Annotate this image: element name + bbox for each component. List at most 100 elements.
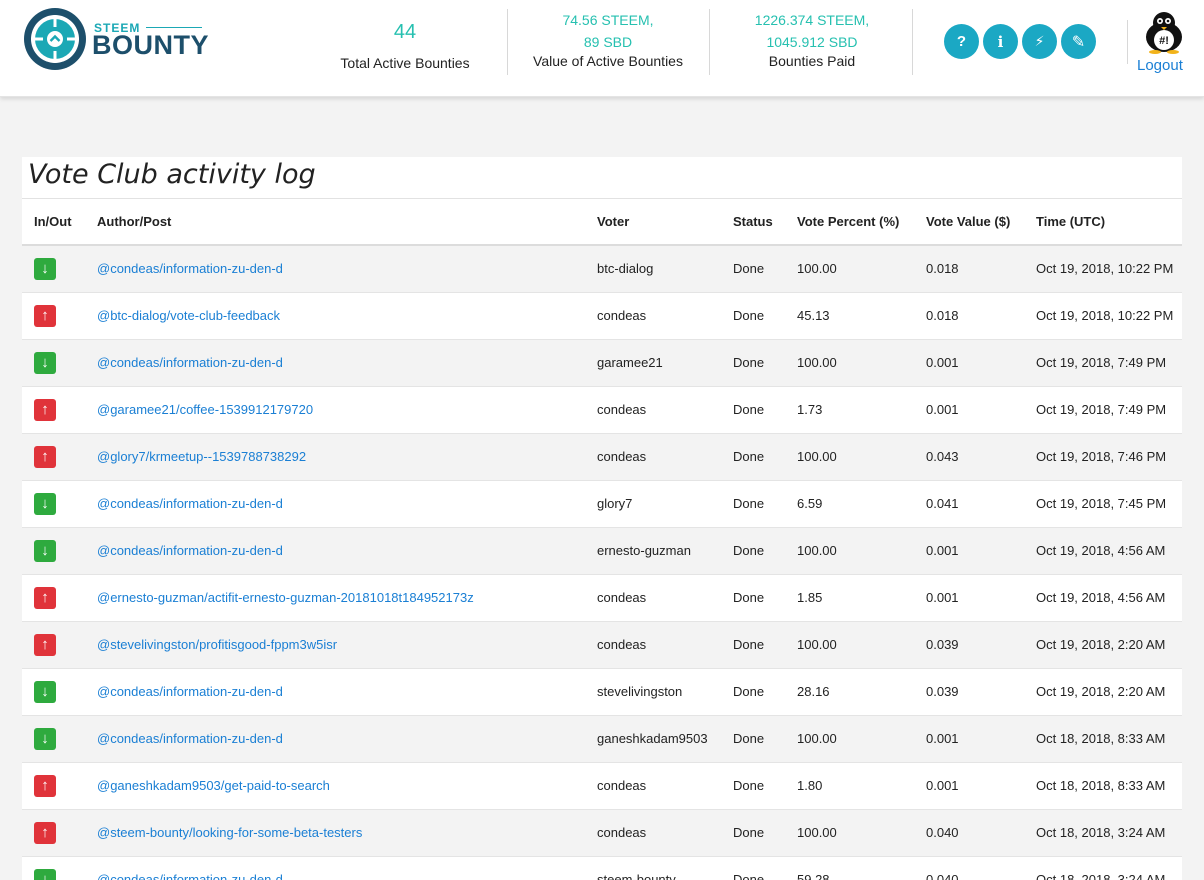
column-header-vote-value[interactable]: Vote Value ($): [914, 199, 1024, 246]
voter-cell: condeas: [585, 386, 721, 434]
post-link[interactable]: @btc-dialog/vote-club-feedback: [97, 308, 280, 323]
time-cell: Oct 19, 2018, 7:46 PM: [1024, 433, 1182, 481]
table-row: ↑ @btc-dialog/vote-club-feedback condeas Do…: [22, 292, 1182, 340]
in-out-cell: ↑: [22, 574, 85, 622]
vote-value-cell: 0.040: [914, 809, 1024, 857]
table-row: ↓ @condeas/information-zu-den-d ganeshkada…: [22, 715, 1182, 763]
stat-value-active-bounties: 74.56 STEEM, 89 SBD Value of Active Boun…: [518, 0, 698, 97]
stat-value-line: 74.56 STEEM,: [562, 12, 654, 28]
time-cell: Oct 18, 2018, 8:33 AM: [1024, 762, 1182, 810]
author-post-cell: @glory7/krmeetup--1539788738292: [85, 433, 585, 481]
status-cell: Done: [721, 339, 785, 387]
table-row: ↑ @glory7/krmeetup--1539788738292 condeas D…: [22, 433, 1182, 481]
time-cell: Oct 18, 2018, 3:24 AM: [1024, 809, 1182, 857]
post-link[interactable]: @condeas/information-zu-den-d: [97, 355, 283, 370]
in-out-cell: ↑: [22, 621, 85, 669]
arrow-down-icon: ↓: [34, 351, 56, 374]
voter-cell: condeas: [585, 292, 721, 340]
author-post-cell: @condeas/information-zu-den-d: [85, 668, 585, 716]
stat-label: Bounties Paid: [768, 53, 856, 69]
vote-percent-cell: 100.00: [785, 433, 914, 481]
status-cell: Done: [721, 386, 785, 434]
post-link[interactable]: @glory7/krmeetup--1539788738292: [97, 449, 306, 464]
voter-cell: condeas: [585, 762, 721, 810]
post-link[interactable]: @condeas/information-zu-den-d: [97, 731, 283, 746]
status-cell: Done: [721, 856, 785, 880]
edit-button[interactable]: ✎: [1061, 24, 1096, 59]
activity-button[interactable]: ⚡: [1022, 24, 1057, 59]
in-out-cell: ↓: [22, 480, 85, 528]
vote-value-cell: 0.001: [914, 386, 1024, 434]
status-cell: Done: [721, 621, 785, 669]
post-link[interactable]: @ernesto-guzman/actifit-ernesto-guzman-2…: [97, 590, 474, 605]
voter-cell: condeas: [585, 574, 721, 622]
stat-value-line: 1045.912 SBD: [766, 34, 858, 50]
post-link[interactable]: @condeas/information-zu-den-d: [97, 872, 283, 880]
info-button[interactable]: i: [983, 24, 1018, 59]
vote-percent-cell: 100.00: [785, 809, 914, 857]
vote-percent-cell: 1.85: [785, 574, 914, 622]
voter-cell: ganeshkadam9503: [585, 715, 721, 763]
vote-value-cell: 0.001: [914, 339, 1024, 387]
help-button[interactable]: ?: [944, 24, 979, 59]
author-post-cell: @condeas/information-zu-den-d: [85, 339, 585, 387]
status-cell: Done: [721, 809, 785, 857]
column-header-status[interactable]: Status: [721, 199, 785, 246]
logo-bounty-text: BOUNTY: [92, 30, 209, 60]
status-cell: Done: [721, 433, 785, 481]
arrow-up-icon: ↑: [34, 633, 56, 656]
column-header-vote-percent[interactable]: Vote Percent (%): [785, 199, 914, 246]
vote-percent-cell: 59.28: [785, 856, 914, 880]
post-link[interactable]: @condeas/information-zu-den-d: [97, 496, 283, 511]
author-post-cell: @condeas/information-zu-den-d: [85, 480, 585, 528]
time-cell: Oct 18, 2018, 3:24 AM: [1024, 856, 1182, 880]
post-link[interactable]: @garamee21/coffee-1539912179720: [97, 402, 313, 417]
vote-value-cell: 0.018: [914, 245, 1024, 293]
voter-cell: glory7: [585, 480, 721, 528]
post-link[interactable]: @ganeshkadam9503/get-paid-to-search: [97, 778, 330, 793]
table-row: ↓ @condeas/information-zu-den-d steem-boun…: [22, 856, 1182, 880]
vote-percent-cell: 28.16: [785, 668, 914, 716]
author-post-cell: @stevelivingston/profitisgood-fppm3w5isr: [85, 621, 585, 669]
table-row: ↑ @stevelivingston/profitisgood-fppm3w5is…: [22, 621, 1182, 669]
time-cell: Oct 19, 2018, 7:49 PM: [1024, 386, 1182, 434]
vote-percent-cell: 45.13: [785, 292, 914, 340]
logo-target-icon: [24, 8, 86, 70]
status-cell: Done: [721, 480, 785, 528]
stat-value-line: 1226.374 STEEM,: [754, 12, 870, 28]
user-avatar[interactable]: #!: [1141, 10, 1187, 54]
post-link[interactable]: @stevelivingston/profitisgood-fppm3w5isr: [97, 637, 337, 652]
status-cell: Done: [721, 668, 785, 716]
stat-total-active-bounties: 44 Total Active Bounties: [330, 0, 480, 97]
post-link[interactable]: @condeas/information-zu-den-d: [97, 261, 283, 276]
in-out-cell: ↓: [22, 339, 85, 387]
author-post-cell: @condeas/information-zu-den-d: [85, 527, 585, 575]
arrow-down-icon: ↓: [34, 492, 56, 515]
author-post-cell: @garamee21/coffee-1539912179720: [85, 386, 585, 434]
column-header-voter[interactable]: Voter: [585, 199, 721, 246]
time-cell: Oct 19, 2018, 10:22 PM: [1024, 292, 1182, 340]
stat-value: 44: [393, 21, 417, 43]
author-post-cell: @ernesto-guzman/actifit-ernesto-guzman-2…: [85, 574, 585, 622]
column-header-author-post[interactable]: Author/Post: [85, 199, 585, 246]
post-link[interactable]: @steem-bounty/looking-for-some-beta-test…: [97, 825, 362, 840]
arrow-down-icon: ↓: [34, 868, 56, 880]
time-cell: Oct 18, 2018, 8:33 AM: [1024, 715, 1182, 763]
author-post-cell: @condeas/information-zu-den-d: [85, 715, 585, 763]
voter-cell: steem-bounty: [585, 856, 721, 880]
vote-value-cell: 0.043: [914, 433, 1024, 481]
vote-value-cell: 0.001: [914, 762, 1024, 810]
logout-link[interactable]: Logout: [1137, 57, 1183, 74]
author-post-cell: @btc-dialog/vote-club-feedback: [85, 292, 585, 340]
vote-value-cell: 0.001: [914, 715, 1024, 763]
vote-value-cell: 0.001: [914, 574, 1024, 622]
steem-bounty-logo[interactable]: STEEM BOUNTY: [22, 6, 212, 72]
table-header-row: In/Out Author/Post Voter Status Vote Per…: [22, 199, 1182, 246]
lightning-icon: ⚡: [1034, 33, 1045, 49]
column-header-time[interactable]: Time (UTC): [1024, 199, 1182, 246]
post-link[interactable]: @condeas/information-zu-den-d: [97, 684, 283, 699]
post-link[interactable]: @condeas/information-zu-den-d: [97, 543, 283, 558]
arrow-down-icon: ↓: [34, 727, 56, 750]
time-cell: Oct 19, 2018, 2:20 AM: [1024, 621, 1182, 669]
column-header-in-out[interactable]: In/Out: [22, 199, 85, 246]
